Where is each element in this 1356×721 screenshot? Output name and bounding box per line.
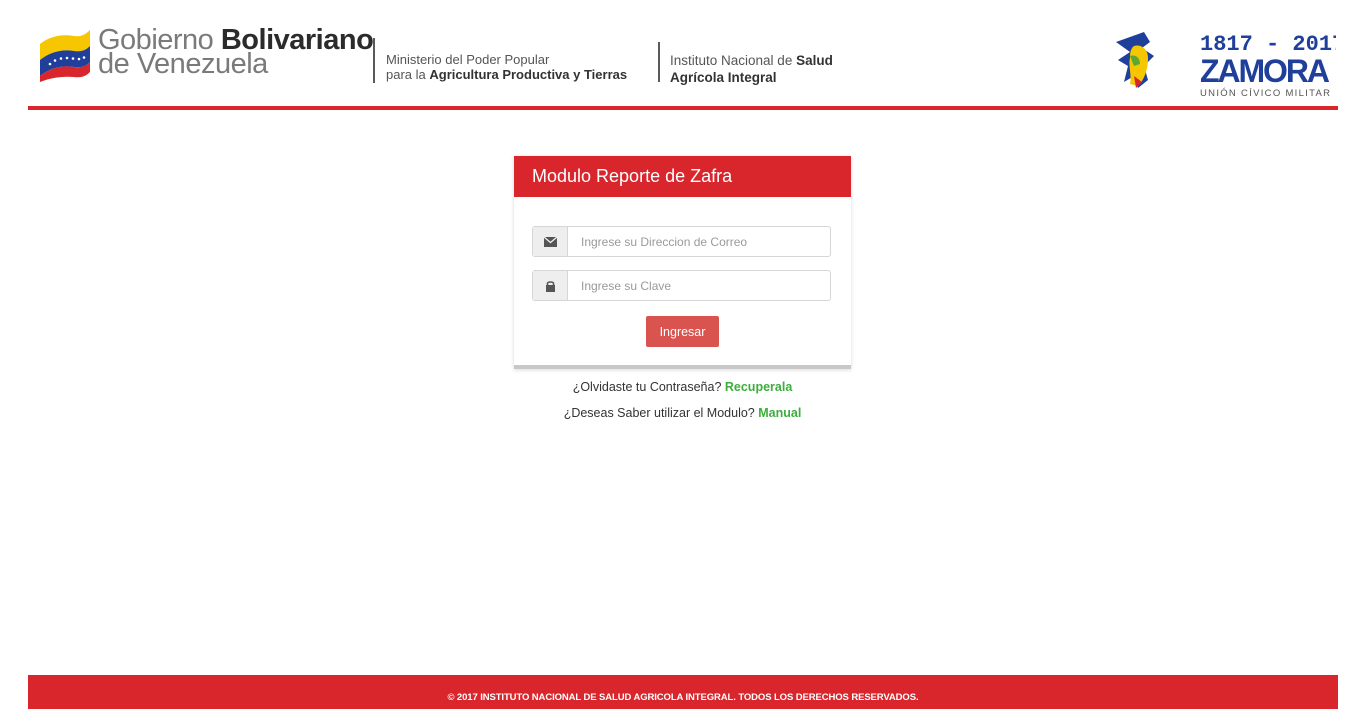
site-footer: © 2017 INSTITUTO NACIONAL DE SALUD AGRIC… xyxy=(28,675,1338,709)
gobierno-bolivariano-title: Gobierno Bolivariano de Venezuela xyxy=(98,26,374,79)
email-field xyxy=(532,226,831,257)
ministerio-text: Ministerio del Poder Popular para la Agr… xyxy=(386,52,627,82)
header-red-rule xyxy=(28,106,1338,110)
recuperala-link[interactable]: Recuperala xyxy=(725,380,792,394)
envelope-icon xyxy=(533,227,568,256)
ingresar-button[interactable]: Ingresar xyxy=(646,316,719,347)
instituto-line2: Agrícola Integral xyxy=(670,70,777,85)
instituto-line1-bold: Salud xyxy=(796,53,833,68)
forgot-password-line: ¿Olvidaste tu Contraseña? Recuperala xyxy=(514,380,851,394)
lock-icon xyxy=(533,271,568,300)
zamora-logo: 1817 - 2017 ZAMORA UNIÓN CÍVICO MILITAR xyxy=(1116,32,1336,98)
venezuela-flag-logo xyxy=(40,30,90,82)
ministerio-line2-bold: Agricultura Productiva y Tierras xyxy=(429,67,628,82)
password-field xyxy=(532,270,831,301)
zamora-sub: UNIÓN CÍVICO MILITAR xyxy=(1200,88,1330,98)
page: Gobierno Bolivariano de Venezuela Minist… xyxy=(0,0,1356,721)
header-divider-2 xyxy=(658,42,660,82)
password-input[interactable] xyxy=(568,271,830,300)
ministerio-line1: Ministerio del Poder Popular xyxy=(386,52,550,67)
login-panel: Modulo Reporte de Zafra Ingresar xyxy=(514,156,851,369)
email-input[interactable] xyxy=(568,227,830,256)
forgot-prefix: ¿Olvidaste tu Contraseña? xyxy=(572,380,725,394)
header-divider-1 xyxy=(373,38,375,83)
ministerio-line2-prefix: para la xyxy=(386,67,430,82)
manual-prefix: ¿Deseas Saber utilizar el Modulo? xyxy=(563,406,759,420)
instituto-text: Instituto Nacional de Salud Agrícola Int… xyxy=(670,52,833,86)
manual-link[interactable]: Manual xyxy=(758,406,801,420)
site-header: Gobierno Bolivariano de Venezuela Minist… xyxy=(28,14,1338,106)
login-panel-title: Modulo Reporte de Zafra xyxy=(514,156,851,197)
zamora-name: ZAMORA xyxy=(1200,53,1330,89)
instituto-line1-prefix: Instituto Nacional de xyxy=(670,53,797,68)
manual-line: ¿Deseas Saber utilizar el Modulo? Manual xyxy=(514,406,851,420)
